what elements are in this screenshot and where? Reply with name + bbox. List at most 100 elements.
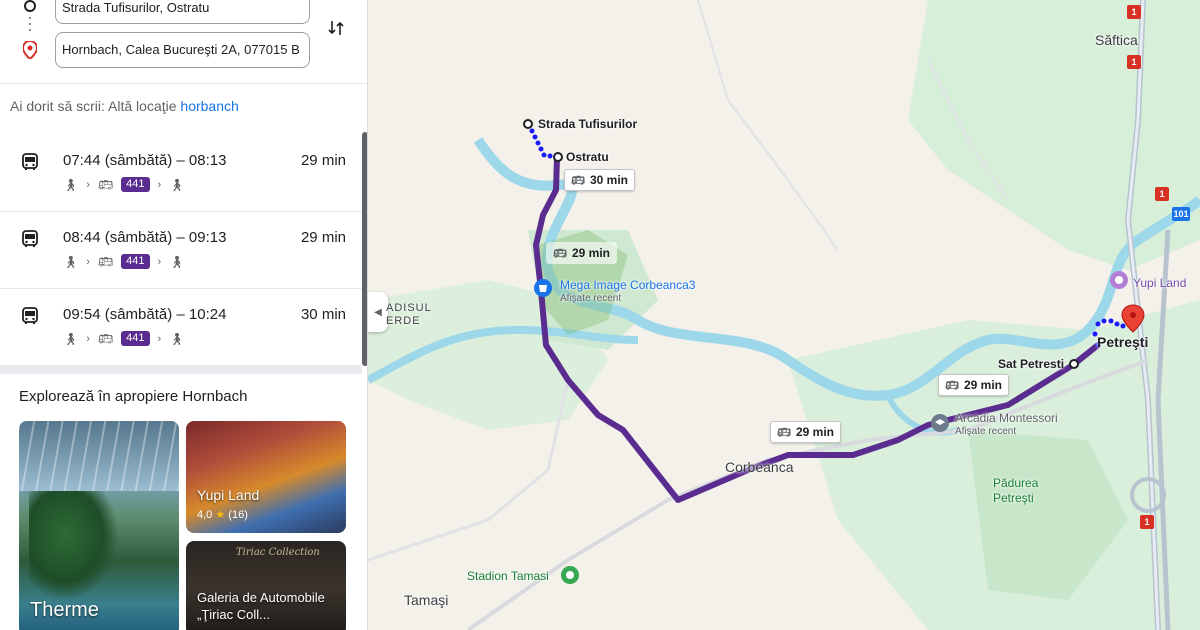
explore-card-therme[interactable]: Therme — [19, 421, 179, 630]
route-time: 09:54 (sâmbătă) – 10:24 — [63, 306, 227, 323]
origin-input[interactable]: Strada Tufisurilor, Ostratu — [55, 0, 310, 24]
walk-icon: 🚶︎ — [63, 177, 79, 192]
route-time-box[interactable]: 🚌︎ 29 min — [938, 374, 1009, 396]
card-brand-logo: Tiriac Collection — [236, 547, 320, 558]
map-label-padurea: Pădurea — [993, 476, 1039, 490]
chevron-right-icon: › — [86, 332, 90, 345]
route-overlay — [523, 119, 1145, 584]
bus-icon: 🚌︎ — [553, 247, 567, 260]
map-label-start: Strada Tufisurilor — [538, 117, 638, 131]
line-badge: 441 — [121, 254, 150, 269]
map-label-ostratu: Ostratu — [566, 150, 609, 164]
road-shield: 1 — [1155, 187, 1169, 201]
playground-poi-icon — [1110, 271, 1128, 289]
road-shield: 1 — [1140, 515, 1154, 529]
map-label-paradis: ADISUL — [386, 302, 432, 314]
section-divider — [0, 366, 362, 374]
directions-inputs: Strada Tufisurilor, Ostratu Hornbach, Ca… — [0, 0, 367, 84]
road-shield: 1 — [1127, 5, 1141, 19]
destination-input[interactable]: Hornbach, Calea Bucureşti 2A, 077015 B — [55, 32, 310, 68]
directions-panel: Strada Tufisurilor, Ostratu Hornbach, Ca… — [0, 0, 368, 630]
route-time-box[interactable]: 🚌︎ 30 min — [564, 169, 635, 191]
bus-icon: 🚌︎ — [571, 174, 585, 187]
route-steps: 🚶︎ › 🚌︎ 441 › 🚶︎ — [63, 254, 184, 269]
card-image — [29, 491, 119, 601]
card-rating: 4,0 ★ (16) — [197, 508, 248, 521]
map-label-yupi[interactable]: Yupi Land — [1133, 276, 1186, 290]
map-label-mega-image[interactable]: Mega Image Corbeanca3 — [560, 278, 695, 292]
swap-button[interactable] — [322, 14, 350, 42]
walk-icon: 🚶︎ — [169, 331, 185, 346]
rating-value: 4,0 — [197, 509, 213, 521]
chevron-right-icon: › — [86, 178, 90, 191]
bus-icon: 🚌︎ — [945, 379, 959, 392]
bus-icon — [22, 230, 38, 247]
route-time-box-label: 29 min — [795, 425, 834, 439]
bus-route-line — [533, 154, 1101, 503]
route-time-box-label: 30 min — [589, 173, 628, 187]
route-time: 08:44 (sâmbătă) – 09:13 — [63, 229, 227, 246]
map-label-sat-petresti: Sat Petresti — [998, 357, 1065, 371]
card-image — [19, 421, 179, 491]
map-label-sub: Afişate recent — [955, 426, 1017, 437]
route-duration: 29 min — [300, 229, 346, 246]
explore-title: Explorează în apropiere Hornbach — [19, 388, 248, 405]
card-title: Yupi Land — [197, 487, 260, 503]
map-label-sub: Afişate recent — [560, 293, 622, 304]
star-icon: ★ — [215, 509, 226, 521]
bus-icon — [22, 307, 38, 324]
map-label-padurea: Petreşti — [993, 491, 1034, 505]
route-option[interactable]: 08:44 (sâmbătă) – 09:13 29 min 🚶︎ › 🚌︎ 441… — [0, 212, 362, 289]
card-title: Therme — [30, 599, 99, 621]
chevron-left-icon: ◀ — [374, 306, 382, 318]
route-time: 07:44 (sâmbătă) – 08:13 — [63, 152, 227, 169]
chevron-right-icon: › — [157, 255, 162, 268]
bus-small-icon: 🚌︎ — [97, 331, 114, 346]
bus-stop-marker — [553, 152, 563, 162]
route-option[interactable]: 07:44 (sâmbătă) – 08:13 29 min 🚶︎ › 🚌︎ 441… — [0, 135, 362, 212]
route-duration: 30 min — [300, 306, 346, 323]
route-time-box-label: 29 min — [963, 378, 1002, 392]
route-steps: 🚶︎ › 🚌︎ 441 › 🚶︎ — [63, 177, 184, 192]
map-canvas[interactable]: ◀ Strada Tufisurilor Ostratu Mega Image … — [368, 0, 1200, 630]
destination-pin-icon — [1121, 304, 1145, 333]
route-list: 07:44 (sâmbătă) – 08:13 29 min 🚶︎ › 🚌︎ 441… — [0, 135, 362, 366]
explore-card-galeria[interactable]: Tiriac Collection Galeria de Automobile … — [186, 541, 346, 630]
map-label-saftica: Săftica — [1095, 32, 1138, 48]
walk-icon: 🚶︎ — [169, 254, 185, 269]
line-badge: 441 — [121, 331, 150, 346]
stadium-poi-icon — [561, 566, 579, 584]
chevron-right-icon: › — [157, 332, 162, 345]
explore-card-yupi-land[interactable]: Yupi Land 4,0 ★ (16) — [186, 421, 346, 533]
walk-icon: 🚶︎ — [169, 177, 185, 192]
map-label-paradis: ERDE — [386, 315, 421, 327]
route-time-box-label: 29 min — [571, 246, 610, 260]
shopping-poi-icon — [534, 279, 552, 297]
map-label-arcadia[interactable]: Arcadia Montessori — [955, 411, 1058, 425]
map-label-petresti: Petreşti — [1097, 334, 1149, 350]
route-steps: 🚶︎ › 🚌︎ 441 › 🚶︎ — [63, 331, 184, 346]
swap-vert-icon — [328, 21, 344, 35]
route-time-box[interactable]: 🚌︎ 29 min — [770, 421, 841, 443]
road-shield: 101 — [1172, 207, 1190, 221]
walking-dots-start — [529, 128, 553, 159]
walk-icon: 🚶︎ — [63, 331, 79, 346]
bus-icon: 🚌︎ — [777, 426, 791, 439]
destination-pin-icon — [23, 41, 37, 59]
origin-dot-icon — [24, 0, 36, 12]
route-duration: 29 min — [300, 152, 346, 169]
map-label-stadion[interactable]: Stadion Tamasi — [467, 569, 549, 583]
bus-stop-marker — [1069, 359, 1079, 369]
line-badge: 441 — [121, 177, 150, 192]
walk-icon: 🚶︎ — [63, 254, 79, 269]
route-dots-icon — [29, 17, 31, 33]
route-time-box[interactable]: 🚌︎ 29 min — [546, 242, 617, 264]
bus-small-icon: 🚌︎ — [97, 254, 114, 269]
card-title: Galeria de Automobile „Ţiriac Coll... — [197, 590, 325, 622]
school-poi-icon — [931, 414, 949, 432]
route-option[interactable]: 09:54 (sâmbătă) – 10:24 30 min 🚶︎ › 🚌︎ 441… — [0, 289, 362, 366]
did-you-mean-link[interactable]: horbanch — [180, 98, 238, 114]
review-count: (16) — [228, 509, 248, 521]
collapse-panel-button[interactable]: ◀ — [368, 292, 388, 332]
bus-small-icon: 🚌︎ — [97, 177, 114, 192]
